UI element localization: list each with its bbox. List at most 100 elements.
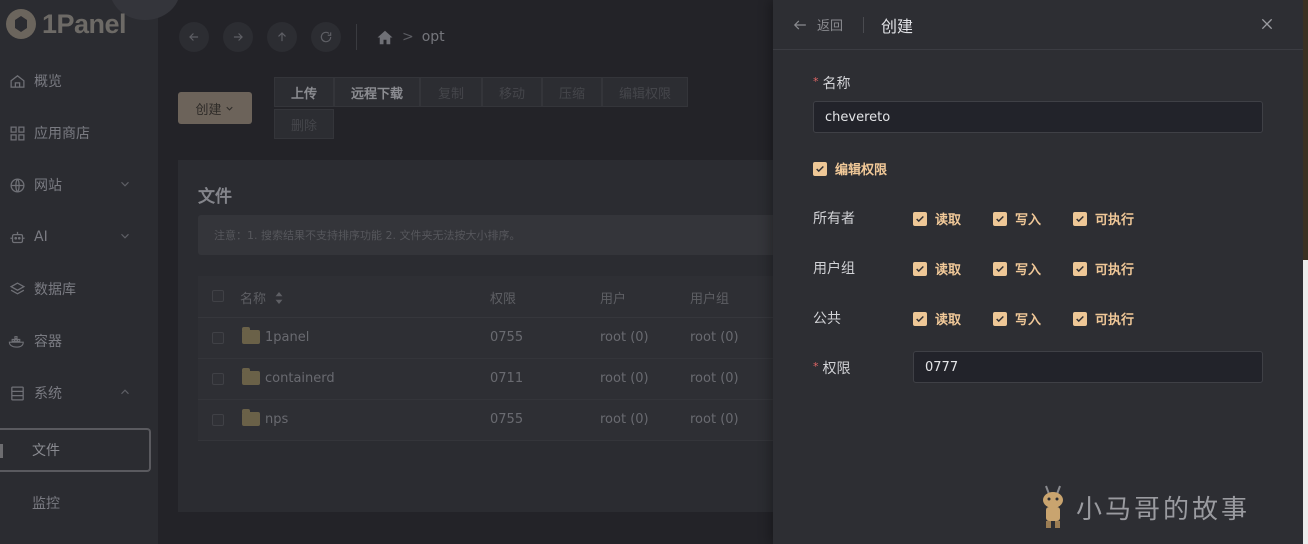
row-checkbox[interactable] [212, 414, 224, 426]
owner-label: 所有者 [813, 211, 855, 227]
pony-mascot-icon [1043, 485, 1063, 528]
table-row[interactable]: nps 0755 root (0) root (0) [198, 400, 798, 441]
sidebar-item-label: 网站 [34, 178, 62, 194]
sidebar-item-label: 概览 [34, 74, 62, 90]
column-name[interactable]: 名称 [240, 288, 284, 307]
docker-icon [8, 332, 26, 350]
row-checkbox[interactable] [212, 332, 224, 344]
edit-permission-label: 编辑权限 [835, 163, 888, 178]
owner-read-checkbox[interactable]: 读取 [913, 209, 961, 228]
public-label: 公共 [813, 311, 841, 327]
close-icon[interactable] [1259, 16, 1275, 32]
permission-input[interactable]: 0777 [913, 351, 1263, 383]
robot-icon [8, 228, 26, 246]
refresh-icon [320, 31, 332, 43]
public-write-checkbox[interactable]: 写入 [993, 309, 1041, 328]
files-card: 文件 注意：1. 搜索结果不支持排序功能 2. 文件夹无法按大小排序。 名称 权… [178, 160, 798, 512]
select-all-checkbox[interactable] [212, 290, 224, 302]
row-checkbox[interactable] [212, 373, 224, 385]
sidebar-subitem-label: 监控 [32, 496, 60, 512]
file-user: root (0) [600, 412, 649, 427]
toolbar-divider [356, 24, 357, 50]
permission-label: * 权限 [813, 360, 851, 377]
checkbox-checked-icon [1073, 261, 1087, 276]
column-permission: 权限 [490, 292, 517, 307]
up-nav-button[interactable] [267, 22, 297, 52]
sidebar-subitem-files[interactable]: 文件 [0, 428, 151, 472]
arrow-left-icon [793, 20, 806, 29]
checkbox-checked-icon [993, 261, 1007, 276]
file-user: root (0) [600, 371, 649, 386]
remote-download-button[interactable]: 远程下载 [334, 77, 420, 107]
breadcrumb-separator: > [402, 29, 414, 45]
upload-button[interactable]: 上传 [274, 77, 334, 107]
sidebar-item-database[interactable]: 数据库 [0, 269, 158, 309]
sort-icon [275, 292, 283, 304]
table-row[interactable]: containerd 0711 root (0) root (0) [198, 359, 798, 400]
sidebar-item-app-store[interactable]: 应用商店 [0, 113, 158, 153]
arrow-right-icon [233, 33, 243, 41]
breadcrumb: > opt [376, 28, 445, 46]
home-icon[interactable] [376, 29, 394, 46]
owner-write-checkbox[interactable]: 写入 [993, 209, 1041, 228]
checkbox-checked-icon [913, 311, 927, 326]
group-exec-checkbox[interactable]: 可执行 [1073, 259, 1134, 278]
sidebar-item-website[interactable]: 网站 [0, 165, 158, 205]
files-title: 文件 [198, 187, 232, 207]
back-nav-button[interactable] [179, 22, 209, 52]
refresh-button[interactable] [311, 22, 341, 52]
sidebar-item-overview[interactable]: 概览 [0, 61, 158, 101]
edit-permission-checkbox[interactable]: 编辑权限 [813, 159, 887, 178]
public-read-checkbox[interactable]: 读取 [913, 309, 961, 328]
sidebar-item-label: 应用商店 [34, 126, 90, 142]
table-row[interactable]: 1panel 0755 root (0) root (0) [198, 318, 798, 359]
sidebar-item-system[interactable]: 系统 [0, 373, 158, 413]
file-group: root (0) [690, 330, 739, 345]
logo-text: 1Panel [42, 8, 127, 39]
files-notice-text: 注意：1. 搜索结果不支持排序功能 2. 文件夹无法按大小排序。 [214, 229, 521, 242]
file-name[interactable]: nps [265, 412, 288, 427]
sidebar-item-container[interactable]: 容器 [0, 321, 158, 361]
permission-input-value: 0777 [925, 359, 959, 375]
grid-icon [8, 124, 26, 142]
create-button[interactable]: 创建 [178, 92, 252, 124]
group-read-checkbox[interactable]: 读取 [913, 259, 961, 278]
group-label: 用户组 [813, 261, 855, 277]
sidebar-item-label: 系统 [34, 386, 62, 402]
edit-permission-button[interactable]: 编辑权限 [602, 77, 688, 107]
group-write-checkbox[interactable]: 写入 [993, 259, 1041, 278]
move-button[interactable]: 移动 [482, 77, 542, 107]
file-name[interactable]: 1panel [265, 330, 309, 345]
chevron-down-icon [225, 106, 233, 111]
layers-icon [8, 280, 26, 298]
app-logo[interactable]: 1Panel [6, 6, 127, 42]
checkbox-checked-icon [1073, 311, 1087, 326]
drawer-back-label: 返回 [817, 19, 844, 34]
sidebar-item-label: 数据库 [34, 282, 76, 298]
delete-button[interactable]: 删除 [274, 109, 334, 139]
name-input[interactable]: chevereto [813, 101, 1263, 133]
public-exec-checkbox[interactable]: 可执行 [1073, 309, 1134, 328]
checkbox-checked-icon [1073, 211, 1087, 226]
folder-icon [242, 368, 260, 385]
file-permission: 0755 [490, 330, 524, 345]
forward-nav-button[interactable] [223, 22, 253, 52]
file-name[interactable]: containerd [265, 371, 335, 386]
breadcrumb-current[interactable]: opt [422, 29, 445, 45]
file-permission: 0755 [490, 412, 524, 427]
arrow-up-icon [278, 32, 286, 42]
files-notice: 注意：1. 搜索结果不支持排序功能 2. 文件夹无法按大小排序。 [198, 215, 798, 255]
home-icon [8, 72, 26, 90]
folder-icon [242, 327, 260, 344]
sidebar-item-ai[interactable]: AI [0, 217, 158, 257]
column-user: 用户 [600, 292, 627, 307]
sidebar-item-label: AI [34, 229, 48, 245]
owner-exec-checkbox[interactable]: 可执行 [1073, 209, 1134, 228]
chevron-down-icon [121, 233, 129, 239]
sidebar-subitem-label: 文件 [32, 443, 60, 459]
copy-button[interactable]: 复制 [420, 77, 482, 107]
drawer-back-button[interactable]: 返回 [793, 15, 843, 34]
sidebar-item-label: 容器 [34, 334, 62, 350]
sidebar-subitem-monitor[interactable]: 监控 [0, 481, 158, 525]
compress-button[interactable]: 压缩 [542, 77, 602, 107]
